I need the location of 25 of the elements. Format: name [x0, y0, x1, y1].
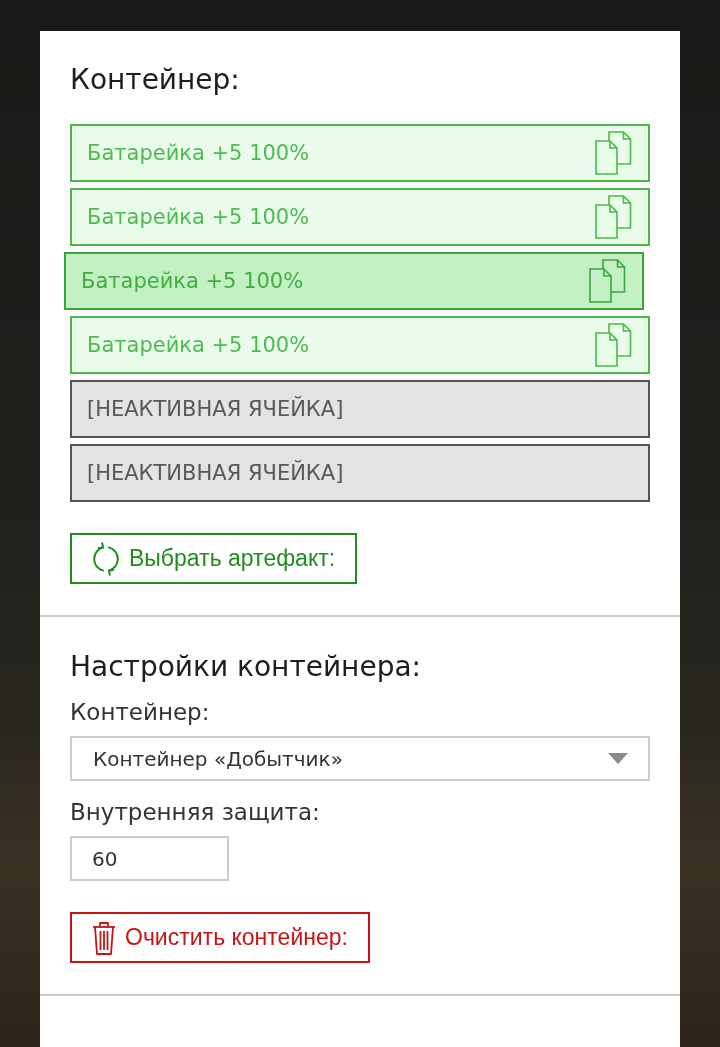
refresh-icon — [92, 541, 120, 576]
container-select[interactable]: Контейнер «Добытчик» — [70, 736, 650, 781]
copy-icon[interactable] — [589, 259, 626, 303]
field-label: Внутренняя защита: — [70, 798, 320, 827]
trash-icon — [92, 920, 116, 955]
select-artifact-button[interactable]: Выбрать артефакт: — [70, 533, 358, 584]
clear-container-button[interactable]: Очистить контейнер: — [70, 912, 370, 963]
slot-label: Батарейка +5 100% — [87, 141, 310, 165]
inactive-slot: [НЕАКТИВНАЯ ЯЧЕЙКА] — [70, 380, 650, 438]
slot-label: Батарейка +5 100% — [87, 205, 310, 229]
dropdown-caret-icon — [608, 753, 628, 764]
number-input[interactable]: 60 — [70, 836, 229, 881]
slot-label: Батарейка +5 100% — [81, 269, 304, 293]
artifact-slot[interactable]: Батарейка +5 100% — [70, 124, 650, 182]
section-title: Настройки контейнера: — [70, 649, 421, 685]
copy-icon[interactable] — [595, 323, 632, 367]
section-title: Контейнер: — [70, 62, 240, 98]
field-label: Контейнер: — [70, 698, 210, 727]
inactive-slot: [НЕАКТИВНАЯ ЯЧЕЙКА] — [70, 444, 650, 502]
slot-label: Батарейка +5 100% — [87, 333, 310, 357]
artifact-slot[interactable]: Батарейка +5 100% — [64, 252, 644, 310]
copy-icon[interactable] — [595, 131, 632, 175]
artifact-slot[interactable]: Батарейка +5 100% — [70, 188, 650, 246]
artifact-slot[interactable]: Батарейка +5 100% — [70, 316, 650, 374]
copy-icon[interactable] — [595, 195, 632, 239]
